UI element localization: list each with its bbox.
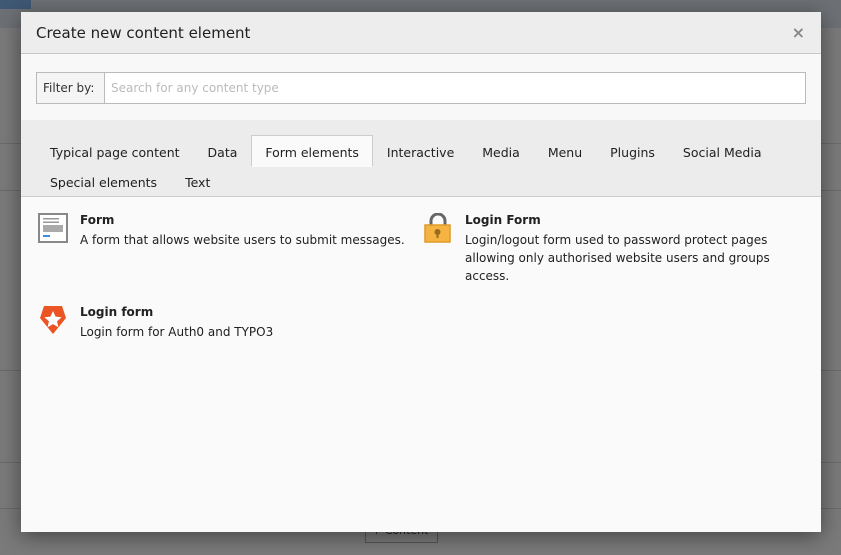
filter-group: Filter by: [36, 72, 806, 104]
item-description: Login form for Auth0 and TYPO3 [80, 325, 274, 339]
filter-label: Filter by: [37, 73, 105, 103]
filter-section: Filter by: [21, 54, 821, 120]
tab-typical-page-content[interactable]: Typical page content [36, 135, 194, 167]
auth0-icon [40, 306, 66, 334]
item-name: Login form [80, 305, 154, 319]
tab-special-elements[interactable]: Special elements [36, 167, 171, 197]
tab-text[interactable]: Text [171, 167, 224, 197]
item-description: Login/logout form used to password prote… [465, 233, 770, 283]
tab-plugins[interactable]: Plugins [596, 135, 669, 167]
tab-data[interactable]: Data [194, 135, 252, 167]
content-item-login-form[interactable]: Login Form Login/logout form used to pass… [423, 213, 793, 285]
background-button [0, 0, 31, 9]
tab-media[interactable]: Media [468, 135, 534, 167]
tab-social-media[interactable]: Social Media [669, 135, 776, 167]
content-item-auth0-login[interactable]: Login form Login form for Auth0 and TYPO3 [38, 305, 418, 341]
lock-icon [424, 213, 451, 243]
item-name: Login Form [465, 213, 541, 227]
create-content-modal: Create new content element × Filter by: … [21, 12, 821, 532]
modal-title: Create new content element [36, 24, 251, 42]
tab-interactive[interactable]: Interactive [373, 135, 468, 167]
content-item-form[interactable]: Form A form that allows website users to … [38, 213, 418, 249]
tab-form-elements[interactable]: Form elements [251, 135, 373, 167]
close-icon[interactable]: × [792, 23, 805, 42]
search-input[interactable] [105, 73, 805, 103]
tab-menu[interactable]: Menu [534, 135, 596, 167]
modal-header: Create new content element × [21, 12, 821, 54]
form-icon [38, 213, 68, 243]
item-description: A form that allows website users to subm… [80, 233, 405, 247]
tab-bar: Typical page content Data Form elements … [21, 120, 821, 197]
item-name: Form [80, 213, 115, 227]
